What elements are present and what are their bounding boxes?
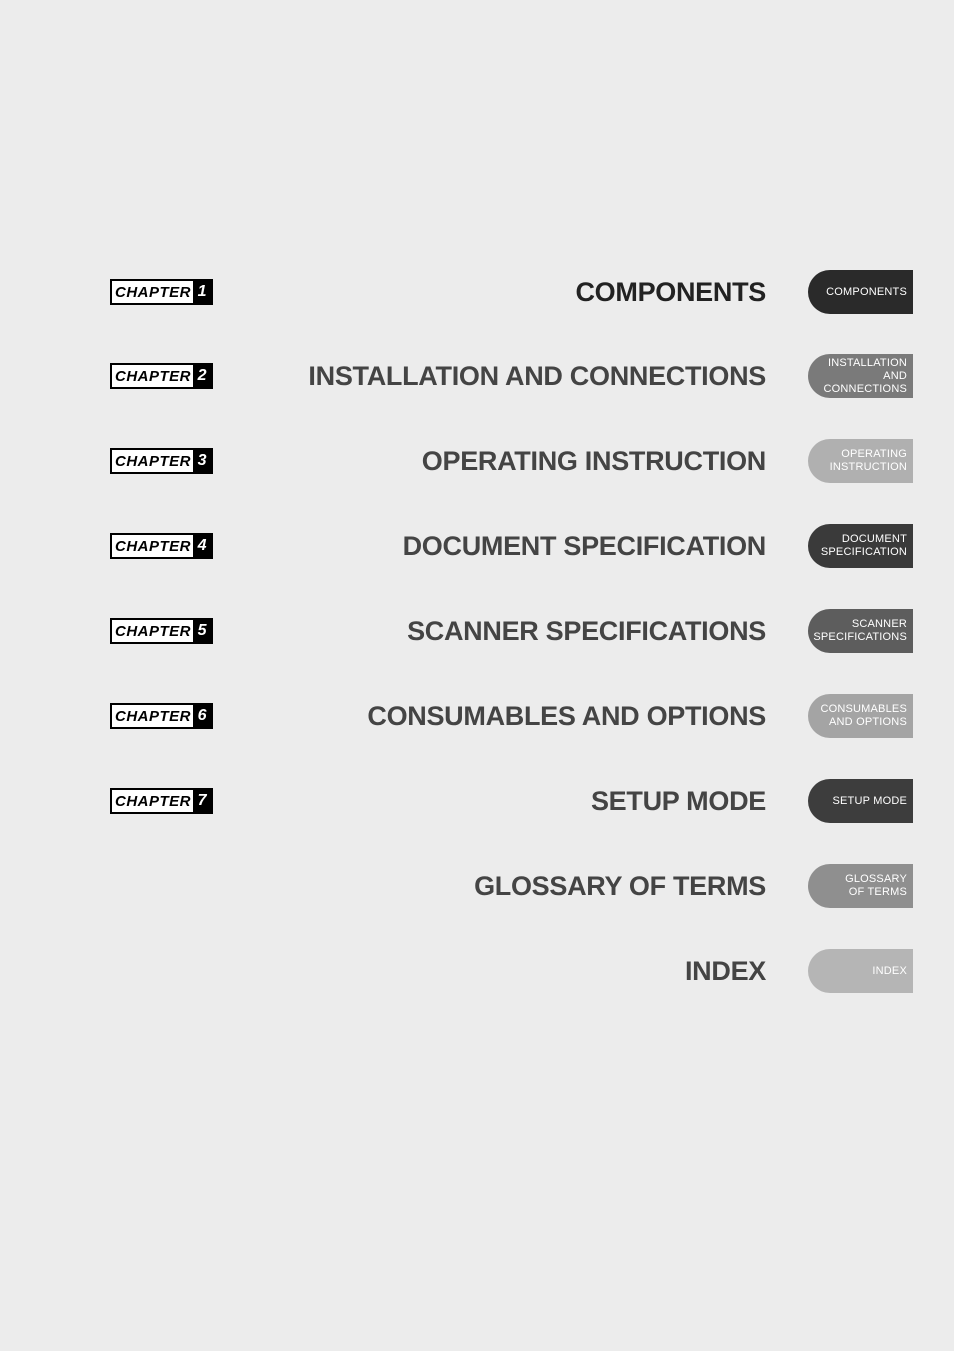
side-tab-label: OPERATING INSTRUCTION	[830, 448, 907, 474]
chapter-badge-7[interactable]: CHAPTER7	[110, 788, 213, 814]
chapter-word: CHAPTER	[112, 368, 193, 385]
chapter-number: 1	[193, 281, 211, 303]
toc-row-2: CHAPTER2 INSTALLATION AND CONNECTIONS INST…	[0, 352, 954, 400]
side-tab-3[interactable]: OPERATING INSTRUCTION	[808, 439, 913, 483]
chapter-badge-6[interactable]: CHAPTER6	[110, 703, 213, 729]
toc-row-5: CHAPTER5 SCANNER SPECIFICATIONS SCANNER SP…	[0, 607, 954, 655]
side-tab-label: GLOSSARY OF TERMS	[845, 873, 907, 899]
chapter-number: 3	[193, 450, 211, 472]
side-tab-label: SCANNER SPECIFICATIONS	[813, 618, 907, 644]
chapter-badge-2[interactable]: CHAPTER2	[110, 363, 213, 389]
toc-row-8: GLOSSARY OF TERMS GLOSSARY OF TERMS	[0, 862, 954, 910]
section-title-7[interactable]: SETUP MODE	[591, 786, 766, 817]
chapter-number: 5	[193, 620, 211, 642]
chapter-number: 2	[193, 365, 211, 387]
chapter-number: 7	[193, 790, 211, 812]
side-tab-9[interactable]: INDEX	[808, 949, 913, 993]
side-tab-label: DOCUMENT SPECIFICATION	[821, 533, 907, 559]
side-tab-2[interactable]: INSTALLATION AND CONNECTIONS	[808, 354, 913, 398]
chapter-badge-5[interactable]: CHAPTER5	[110, 618, 213, 644]
side-tab-5[interactable]: SCANNER SPECIFICATIONS	[808, 609, 913, 653]
section-title-8[interactable]: GLOSSARY OF TERMS	[474, 871, 766, 902]
chapter-badge-4[interactable]: CHAPTER4	[110, 533, 213, 559]
section-title-5[interactable]: SCANNER SPECIFICATIONS	[407, 616, 766, 647]
toc-row-7: CHAPTER7 SETUP MODE SETUP MODE	[0, 777, 954, 825]
toc-row-4: CHAPTER4 DOCUMENT SPECIFICATION DOCUMENT S…	[0, 522, 954, 570]
side-tab-6[interactable]: CONSUMABLES AND OPTIONS	[808, 694, 913, 738]
chapter-word: CHAPTER	[112, 793, 193, 810]
side-tab-label: COMPONENTS	[826, 286, 907, 299]
side-tab-1[interactable]: COMPONENTS	[808, 270, 913, 314]
section-title-3[interactable]: OPERATING INSTRUCTION	[422, 446, 766, 477]
section-title-9[interactable]: INDEX	[685, 956, 766, 987]
side-tab-4[interactable]: DOCUMENT SPECIFICATION	[808, 524, 913, 568]
toc-page: CHAPTER1COMPONENTSCOMPONENTSCHAPTER2INST…	[0, 0, 954, 1351]
chapter-word: CHAPTER	[112, 453, 193, 470]
side-tab-label: SETUP MODE	[832, 795, 907, 808]
chapter-word: CHAPTER	[112, 538, 193, 555]
side-tab-label: CONSUMABLES AND OPTIONS	[820, 703, 907, 729]
chapter-word: CHAPTER	[112, 284, 193, 301]
side-tab-8[interactable]: GLOSSARY OF TERMS	[808, 864, 913, 908]
side-tab-label: INSTALLATION AND CONNECTIONS	[808, 357, 907, 396]
chapter-number: 6	[193, 705, 211, 727]
chapter-word: CHAPTER	[112, 623, 193, 640]
section-title-1[interactable]: COMPONENTS	[575, 277, 766, 308]
section-title-6[interactable]: CONSUMABLES AND OPTIONS	[367, 701, 766, 732]
side-tab-7[interactable]: SETUP MODE	[808, 779, 913, 823]
section-title-4[interactable]: DOCUMENT SPECIFICATION	[403, 531, 766, 562]
chapter-number: 4	[193, 535, 211, 557]
toc-row-9: INDEX INDEX	[0, 947, 954, 995]
section-title-2[interactable]: INSTALLATION AND CONNECTIONS	[308, 361, 766, 392]
chapter-badge-3[interactable]: CHAPTER3	[110, 448, 213, 474]
toc-row-6: CHAPTER6 CONSUMABLES AND OPTIONS CONSUMABL…	[0, 692, 954, 740]
chapter-badge-1[interactable]: CHAPTER1	[110, 279, 213, 305]
toc-row-1: CHAPTER1 COMPONENTS COMPONENTS	[0, 268, 954, 316]
toc-row-3: CHAPTER3 OPERATING INSTRUCTION OPERATING I…	[0, 437, 954, 485]
side-tab-label: INDEX	[872, 965, 907, 978]
chapter-word: CHAPTER	[112, 708, 193, 725]
